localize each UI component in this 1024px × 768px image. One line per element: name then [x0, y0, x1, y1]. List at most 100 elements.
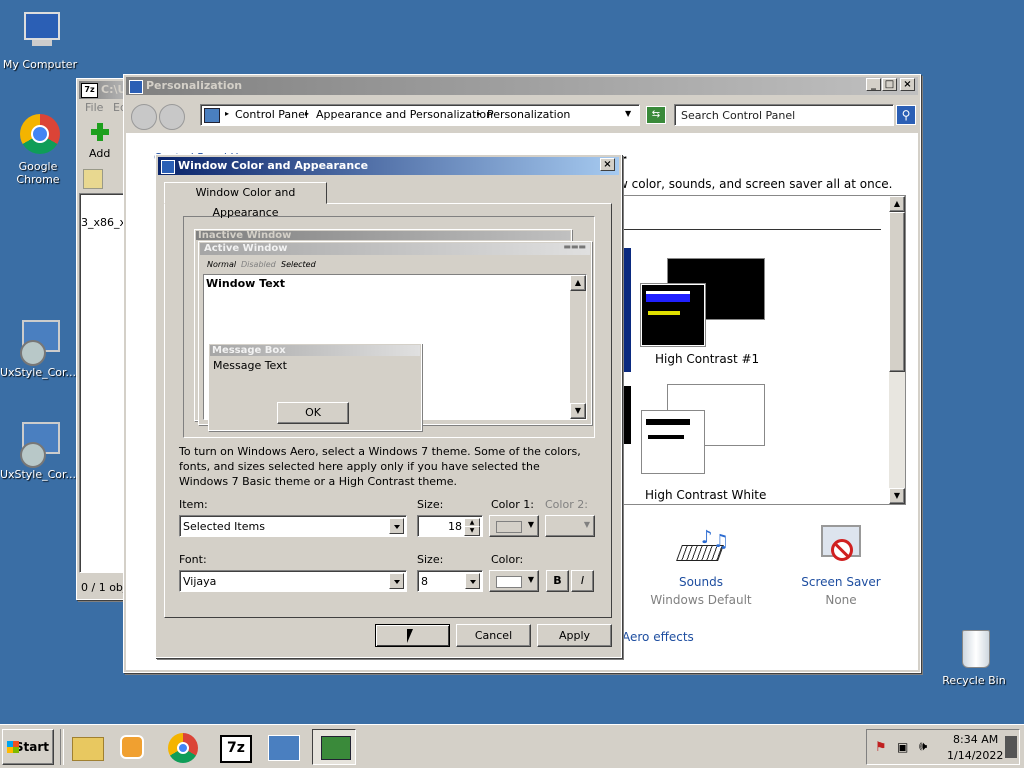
desktop-icon-recycle-bin[interactable]: Recycle Bin	[934, 626, 1014, 687]
installer-icon	[16, 420, 60, 468]
media-player-icon[interactable]	[112, 729, 156, 765]
chevron-down-icon: ▼	[527, 575, 534, 584]
message-box-label: Message Box	[212, 345, 286, 356]
chevron-down-icon[interactable]	[389, 573, 404, 589]
sevenzip-icon[interactable]: 7z	[212, 729, 256, 765]
personalization-titlebar[interactable]: Personalization	[126, 77, 918, 95]
preview-ok-button: OK	[277, 402, 349, 424]
desktop-icon-my-computer[interactable]: My Computer	[0, 10, 80, 71]
file-list-item[interactable]: 3_x86_x	[81, 216, 126, 229]
theme-high-contrast-1[interactable]: High Contrast #1	[637, 258, 767, 372]
preview-inactive-titlebar: Inactive Window	[196, 231, 570, 240]
dialog-close-button[interactable]: ×	[600, 158, 615, 171]
preview-scrollbar: ▲ ▼	[570, 275, 586, 419]
menu-file[interactable]: File	[85, 101, 103, 114]
chevron-down-icon[interactable]: ▼	[625, 109, 631, 118]
font-color-picker[interactable]: ▼	[489, 570, 539, 592]
window-color-dialog[interactable]: Window Color and Appearance × Window Col…	[155, 154, 622, 658]
back-button[interactable]	[131, 104, 157, 130]
preview-menu-normal: Normal	[207, 260, 237, 269]
theme-list[interactable]: High Contrast #1 High Contrast White ▲ ▼	[616, 195, 906, 505]
color1-picker[interactable]: ▼	[489, 515, 539, 537]
desktop-icon-label: UxStyle_Cor...	[0, 468, 77, 481]
explorer-icon[interactable]	[66, 729, 110, 765]
start-label: Start	[14, 740, 49, 754]
windows-logo-icon	[7, 741, 19, 753]
breadcrumb-sep-icon[interactable]: ▸	[477, 109, 481, 118]
font-label: Font:	[179, 553, 207, 566]
item-size-value: 18	[448, 520, 462, 533]
desktop-icon-label: Recycle Bin	[942, 674, 1006, 687]
theme-name: High Contrast White	[645, 488, 767, 502]
search-icon[interactable]: ⚲	[896, 105, 916, 125]
tab-window-color[interactable]: Window Color and Appearance	[164, 182, 327, 219]
spin-down-icon[interactable]: ▼	[464, 526, 480, 536]
desktop-icon-google-chrome[interactable]: Google Chrome	[0, 112, 78, 186]
cancel-button[interactable]: Cancel	[456, 624, 531, 647]
up-folder-icon[interactable]	[83, 169, 103, 189]
bold-button[interactable]: B	[546, 570, 569, 592]
italic-button[interactable]: I	[571, 570, 594, 592]
clock-time[interactable]: 8:34 AM	[953, 733, 998, 746]
sounds-item[interactable]: ♪ ♫ Sounds Windows Default	[646, 525, 756, 615]
control-panel-icon[interactable]	[262, 729, 306, 765]
display-icon[interactable]	[312, 729, 356, 765]
breadcrumb-control-panel[interactable]: Control Panel	[235, 108, 308, 121]
minimize-button[interactable]: _	[866, 78, 881, 91]
item-select[interactable]: Selected Items	[179, 515, 407, 537]
dialog-titlebar[interactable]: Window Color and Appearance	[158, 157, 619, 175]
personalization-title: Personalization	[146, 79, 243, 92]
network-icon[interactable]: ▣	[897, 740, 908, 754]
flag-icon[interactable]: ⚑	[875, 740, 887, 755]
refresh-button[interactable]: ⇆	[646, 106, 666, 124]
aero-effects-link[interactable]: Aero effects	[622, 630, 694, 644]
theme-name: High Contrast #1	[655, 352, 760, 366]
add-icon[interactable]	[91, 123, 109, 141]
page-description: w color, sounds, and screen saver all at…	[618, 177, 893, 191]
dialog-title: Window Color and Appearance	[178, 159, 369, 172]
mouse-cursor-icon	[407, 629, 413, 643]
breadcrumb-sep-icon[interactable]: ▸	[225, 109, 229, 118]
desktop-icon-uxstyle-2[interactable]: UxStyle_Cor...	[0, 420, 78, 481]
start-button[interactable]: Start	[2, 729, 54, 765]
color2-label: Color 2:	[545, 498, 588, 511]
font-select[interactable]: Vijaya	[179, 570, 407, 592]
address-bar[interactable]: ▸ Control Panel ▸ Appearance and Persona…	[200, 104, 640, 126]
close-button[interactable]: ×	[900, 78, 915, 91]
preview-area: Inactive Window Active Window ▬▬▬ Normal…	[183, 216, 595, 438]
screensaver-label[interactable]: Screen Saver	[786, 575, 896, 589]
theme-list-scrollbar[interactable]: ▲ ▼	[889, 196, 905, 504]
add-label[interactable]: Add	[89, 147, 110, 160]
chevron-down-icon: ▼	[527, 520, 534, 529]
color1-swatch	[496, 521, 522, 533]
apply-button[interactable]: Apply	[537, 624, 612, 647]
sounds-label[interactable]: Sounds	[646, 575, 756, 589]
forward-button[interactable]	[159, 104, 185, 130]
volume-icon[interactable]: 🕪	[919, 739, 927, 754]
scroll-down-button[interactable]: ▼	[889, 488, 905, 504]
chevron-down-icon[interactable]	[465, 573, 480, 589]
theme-high-contrast-white[interactable]: High Contrast White	[637, 384, 777, 502]
item-label: Item:	[179, 498, 208, 511]
breadcrumb-appearance[interactable]: Appearance and Personalization	[316, 108, 493, 121]
font-size-select[interactable]: 8	[417, 570, 483, 592]
show-desktop-button[interactable]	[1005, 736, 1017, 758]
chrome-icon	[16, 112, 60, 156]
item-size-stepper[interactable]: 18 ▲ ▼	[417, 515, 483, 537]
desktop-icon-uxstyle-1[interactable]: UxStyle_Cor...	[0, 318, 78, 379]
clock-date[interactable]: 1/14/2022	[947, 749, 1003, 762]
maximize-button[interactable]: □	[882, 78, 897, 91]
search-input[interactable]: Search Control Panel	[674, 104, 894, 126]
preview-window-text: Window Text	[206, 277, 286, 290]
breadcrumb-personalization[interactable]: Personalization	[487, 108, 570, 121]
breadcrumb-sep-icon[interactable]: ▸	[305, 109, 309, 118]
chrome-icon[interactable]	[162, 729, 206, 765]
scroll-thumb[interactable]	[889, 212, 905, 372]
preview-message-box: Message Box Message Text OK	[208, 343, 422, 431]
taskbar-divider	[60, 729, 64, 765]
scroll-up-button[interactable]: ▲	[889, 196, 905, 212]
screensaver-item[interactable]: Screen Saver None	[786, 525, 896, 615]
color2-picker: ▼	[545, 515, 595, 537]
chevron-down-icon[interactable]	[389, 518, 404, 534]
screensaver-icon	[817, 525, 865, 571]
